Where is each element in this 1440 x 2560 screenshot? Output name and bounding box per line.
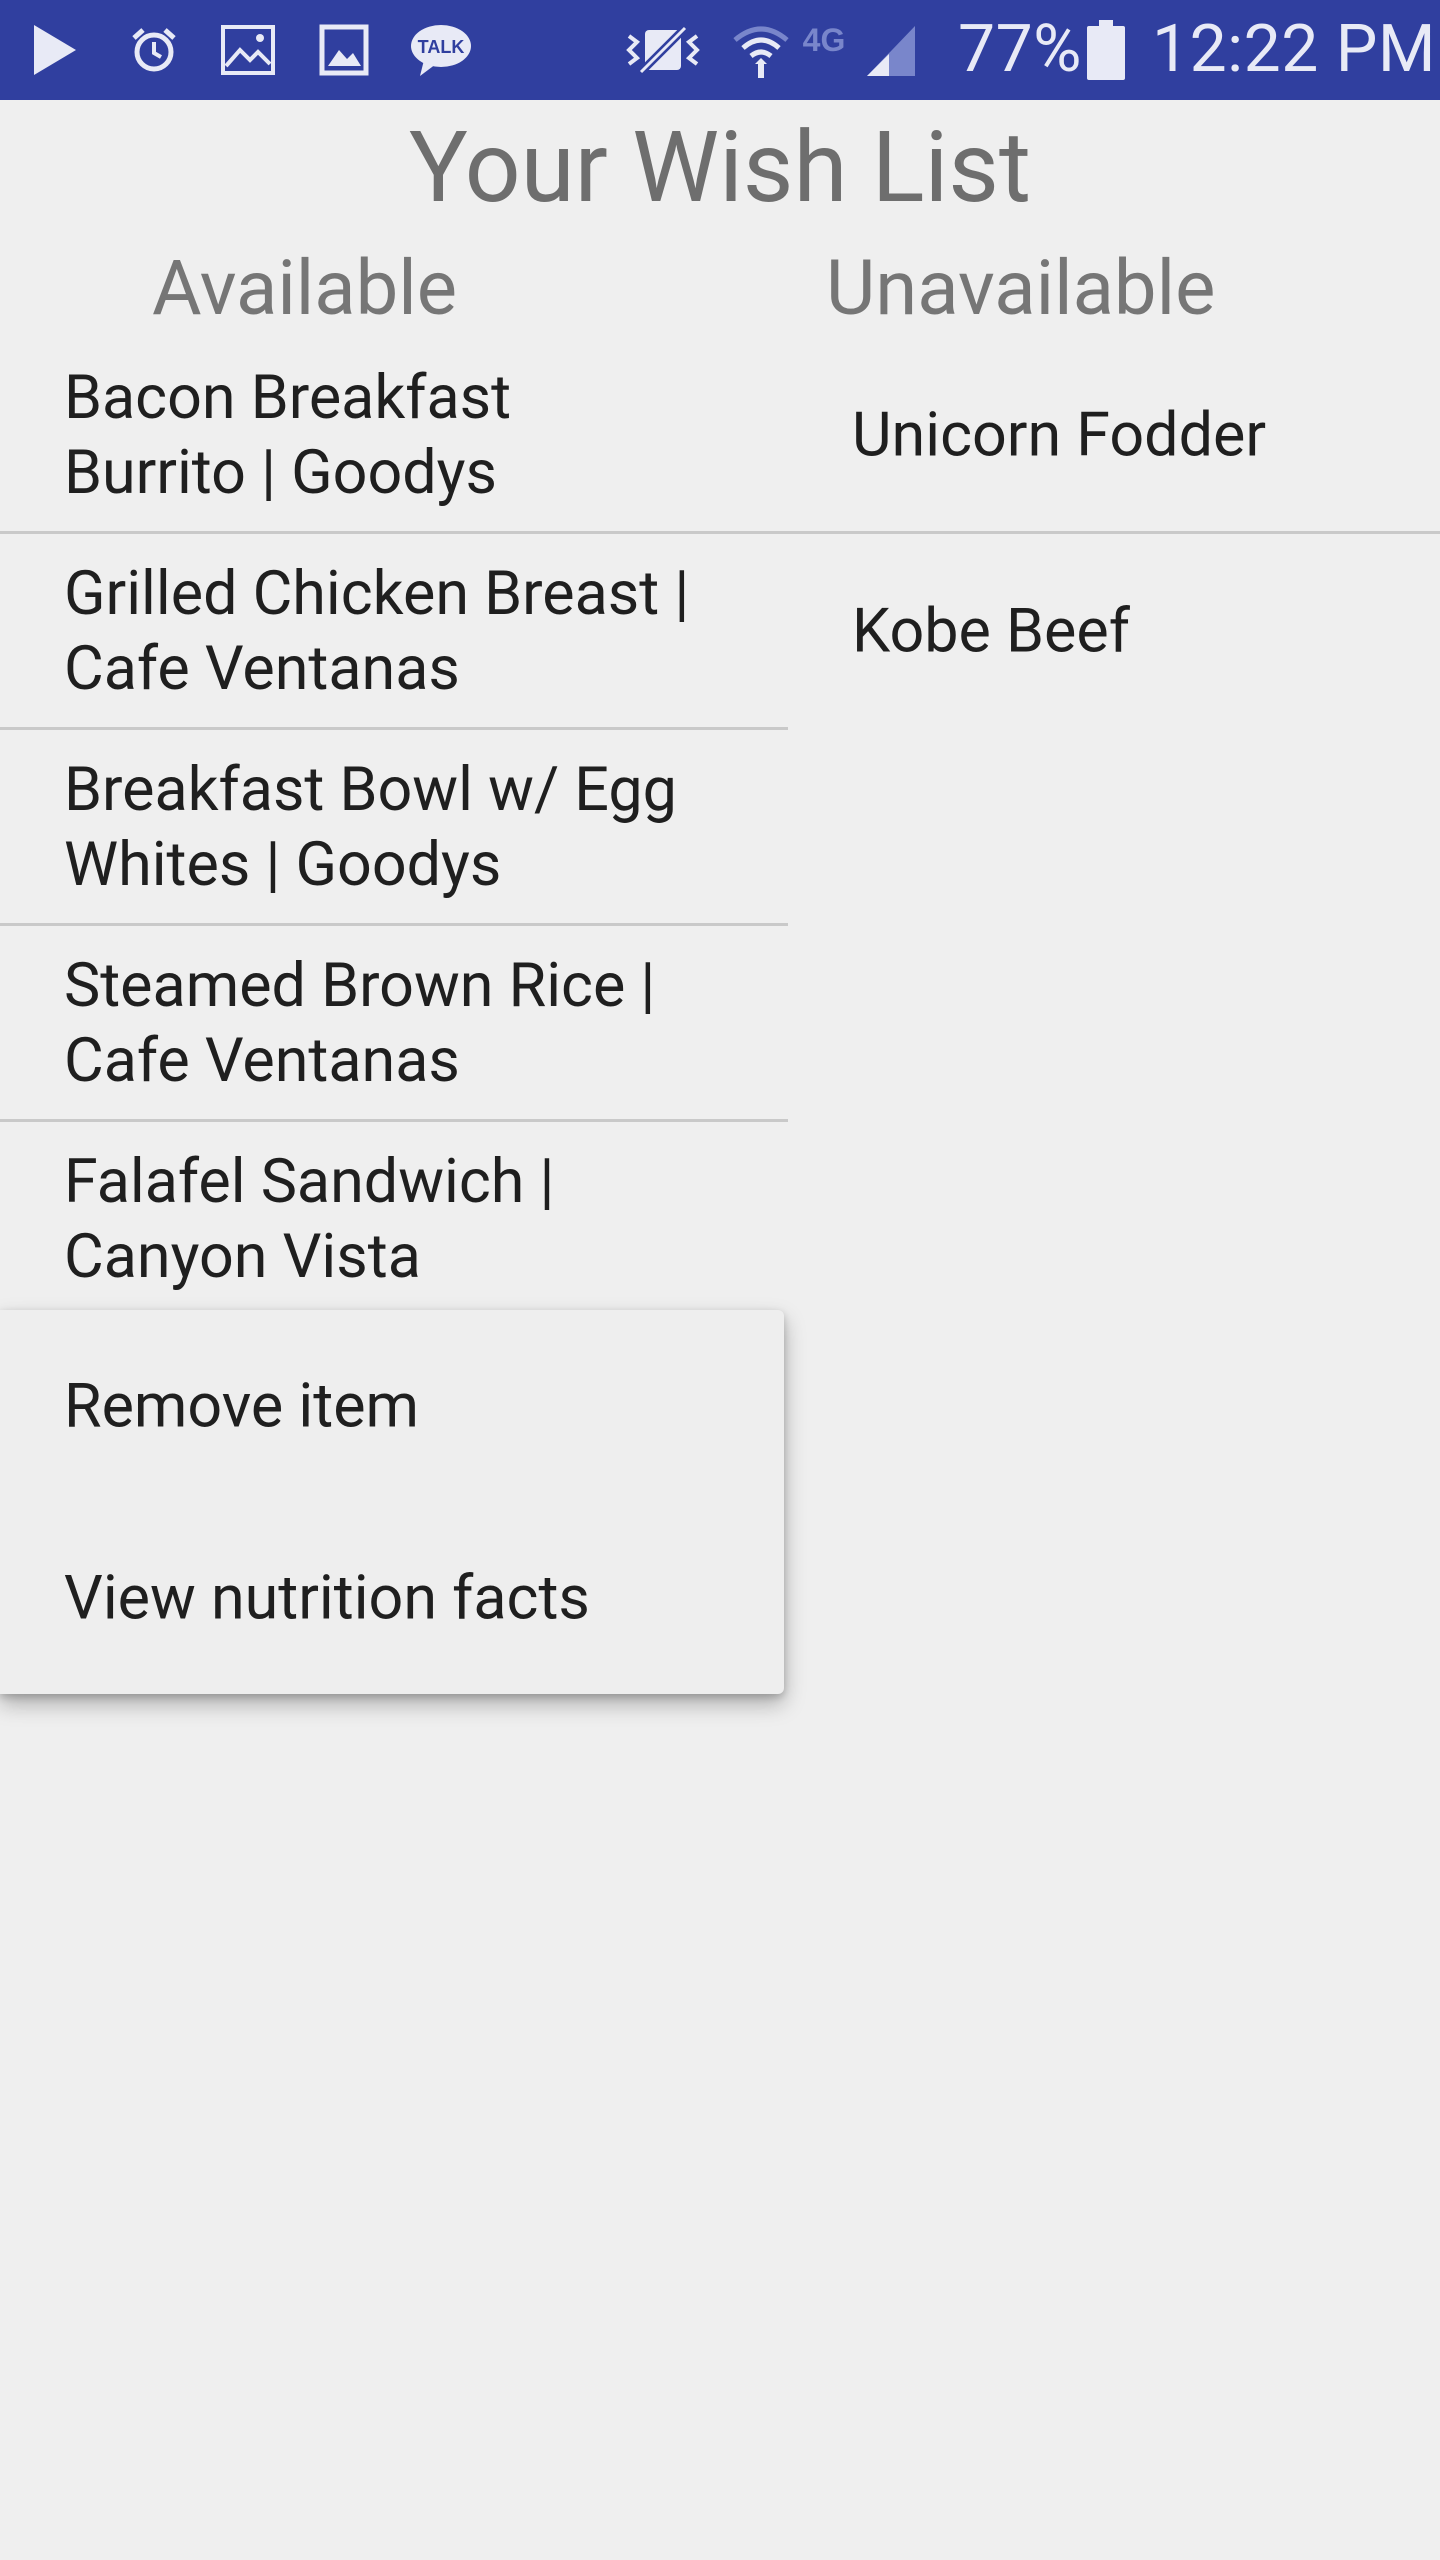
unavailable-list: Unicorn Fodder Kobe Beef xyxy=(0,338,1440,727)
available-item-3[interactable]: Steamed Brown Rice | Cafe Ventanas xyxy=(0,926,788,1122)
available-item-label: Grilled Chicken Breast | Cafe Ventanas xyxy=(64,556,768,706)
available-item-line2: Canyon Vista xyxy=(64,1219,421,1292)
available-header: Available xyxy=(152,243,458,333)
talk-label: TALK xyxy=(418,37,465,57)
available-item-line1: Falafel Sandwich | xyxy=(64,1144,555,1217)
network-4g-icon: 4G xyxy=(794,20,854,60)
unavailable-item-1[interactable]: Kobe Beef xyxy=(788,534,1440,727)
available-item-2[interactable]: Breakfast Bowl w/ Egg Whites | Goodys xyxy=(0,730,788,926)
play-store-icon xyxy=(30,18,80,82)
alarm-icon xyxy=(126,18,182,82)
clock-time: 12:22 PM xyxy=(1152,11,1436,88)
unavailable-item-label: Unicorn Fodder xyxy=(852,398,1266,470)
unavailable-item-label: Kobe Beef xyxy=(852,594,1130,666)
remove-item-menu-option[interactable]: Remove item xyxy=(0,1310,784,1502)
battery-icon xyxy=(1086,18,1126,82)
gallery-icon xyxy=(218,18,278,82)
available-item-4[interactable]: Falafel Sandwich | Canyon Vista xyxy=(0,1122,788,1315)
available-item-line2: Whites | Goodys xyxy=(64,827,502,900)
unavailable-header: Unavailable xyxy=(826,243,1216,333)
available-item-label: Breakfast Bowl w/ Egg Whites | Goodys xyxy=(64,752,768,902)
available-item-line1: Grilled Chicken Breast | xyxy=(64,556,690,629)
available-item-line1: Breakfast Bowl w/ Egg xyxy=(64,752,677,825)
view-nutrition-facts-label: View nutrition facts xyxy=(64,1561,590,1634)
network-label: 4G xyxy=(802,22,846,58)
available-item-1[interactable]: Grilled Chicken Breast | Cafe Ventanas xyxy=(0,534,788,730)
remove-item-label: Remove item xyxy=(64,1369,420,1442)
status-bar: TALK 4G 77% 12:22 PM xyxy=(0,0,1440,100)
context-menu: Remove item View nutrition facts xyxy=(0,1310,784,1694)
available-item-line2: Cafe Ventanas xyxy=(64,1023,460,1096)
unavailable-item-0[interactable]: Unicorn Fodder xyxy=(0,338,1440,534)
available-item-line1: Steamed Brown Rice | xyxy=(64,948,656,1021)
wifi-icon xyxy=(730,18,792,82)
image-icon xyxy=(316,18,372,82)
available-item-label: Falafel Sandwich | Canyon Vista xyxy=(64,1144,768,1294)
view-nutrition-facts-menu-option[interactable]: View nutrition facts xyxy=(0,1502,784,1694)
signal-icon xyxy=(862,18,918,82)
page-title: Your Wish List xyxy=(408,110,1032,225)
vibrate-icon xyxy=(622,18,704,82)
battery-percent: 77% xyxy=(958,11,1083,88)
available-item-label: Steamed Brown Rice | Cafe Ventanas xyxy=(64,948,768,1098)
available-item-line2: Cafe Ventanas xyxy=(64,631,460,704)
talk-icon: TALK xyxy=(406,18,476,82)
